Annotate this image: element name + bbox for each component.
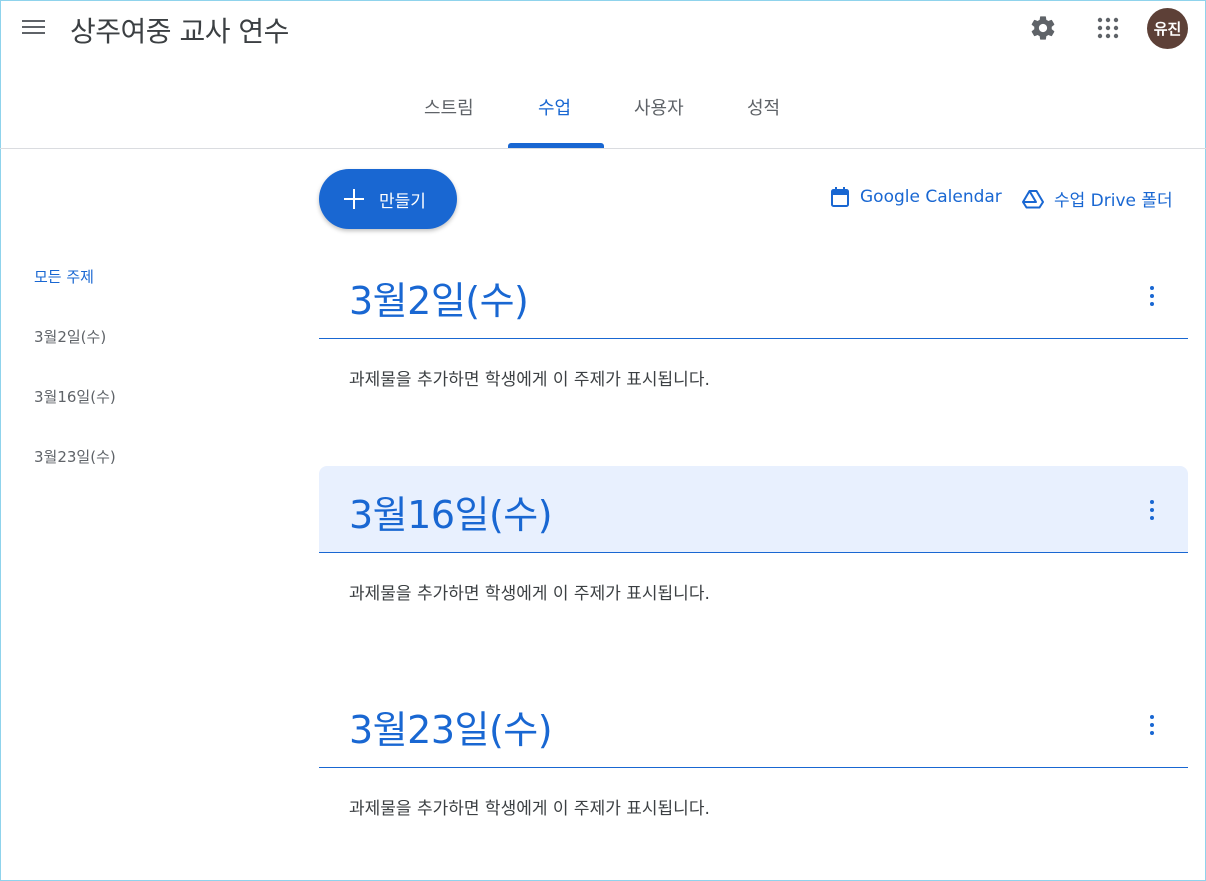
topic-section: 3월23일(수) 과제물을 추가하면 학생에게 이 주제가 표시됩니다.: [319, 681, 1188, 819]
topic-header[interactable]: 3월16일(수): [319, 466, 1188, 553]
gear-icon[interactable]: [1029, 14, 1057, 42]
tab-stream[interactable]: 스트림: [424, 94, 474, 120]
more-vert-icon[interactable]: [1140, 284, 1164, 308]
sidebar-item-topic[interactable]: 3월23일(수): [34, 446, 116, 467]
more-vert-icon[interactable]: [1140, 498, 1164, 522]
plus-icon: [343, 188, 365, 210]
topic-header[interactable]: 3월23일(수): [319, 681, 1188, 768]
drive-folder-label: 수업 Drive 폴더: [1054, 191, 1173, 211]
drive-icon: [1022, 189, 1044, 208]
google-calendar-label: Google Calendar: [860, 187, 1002, 207]
topic-section: 3월2일(수) 과제물을 추가하면 학생에게 이 주제가 표시됩니다.: [319, 252, 1188, 390]
class-drive-folder-link[interactable]: 수업 Drive 폴더: [1022, 186, 1173, 211]
create-button-label: 만들기: [379, 191, 426, 212]
header-divider: [0, 148, 1206, 149]
topic-empty-message: 과제물을 추가하면 학생에게 이 주제가 표시됩니다.: [349, 370, 710, 390]
create-button[interactable]: 만들기: [319, 169, 457, 229]
topic-empty-message: 과제물을 추가하면 학생에게 이 주제가 표시됩니다.: [349, 799, 710, 819]
avatar[interactable]: 유진: [1147, 8, 1188, 49]
topic-title[interactable]: 3월2일(수): [349, 270, 529, 325]
tab-grades[interactable]: 성적: [747, 94, 780, 120]
menu-icon[interactable]: [22, 18, 46, 38]
calendar-icon: [831, 187, 849, 207]
tab-classwork[interactable]: 수업: [538, 94, 571, 120]
sidebar-item-topic[interactable]: 3월2일(수): [34, 326, 106, 347]
tab-people[interactable]: 사용자: [634, 94, 684, 120]
topic-header[interactable]: 3월2일(수): [319, 252, 1188, 339]
more-vert-icon[interactable]: [1140, 713, 1164, 737]
class-title[interactable]: 상주여중 교사 연수: [70, 10, 289, 50]
google-calendar-link[interactable]: Google Calendar: [830, 186, 1002, 208]
apps-grid-icon[interactable]: [1096, 16, 1120, 40]
topic-section: 3월16일(수) 과제물을 추가하면 학생에게 이 주제가 표시됩니다.: [319, 466, 1188, 604]
topic-title[interactable]: 3월23일(수): [349, 699, 553, 754]
topic-title[interactable]: 3월16일(수): [349, 484, 553, 539]
sidebar-item-all-topics[interactable]: 모든 주제: [34, 266, 94, 287]
sidebar-item-topic[interactable]: 3월16일(수): [34, 386, 116, 407]
topic-empty-message: 과제물을 추가하면 학생에게 이 주제가 표시됩니다.: [349, 584, 710, 604]
tab-bar: 스트림 수업 사용자 성적: [0, 84, 1206, 148]
